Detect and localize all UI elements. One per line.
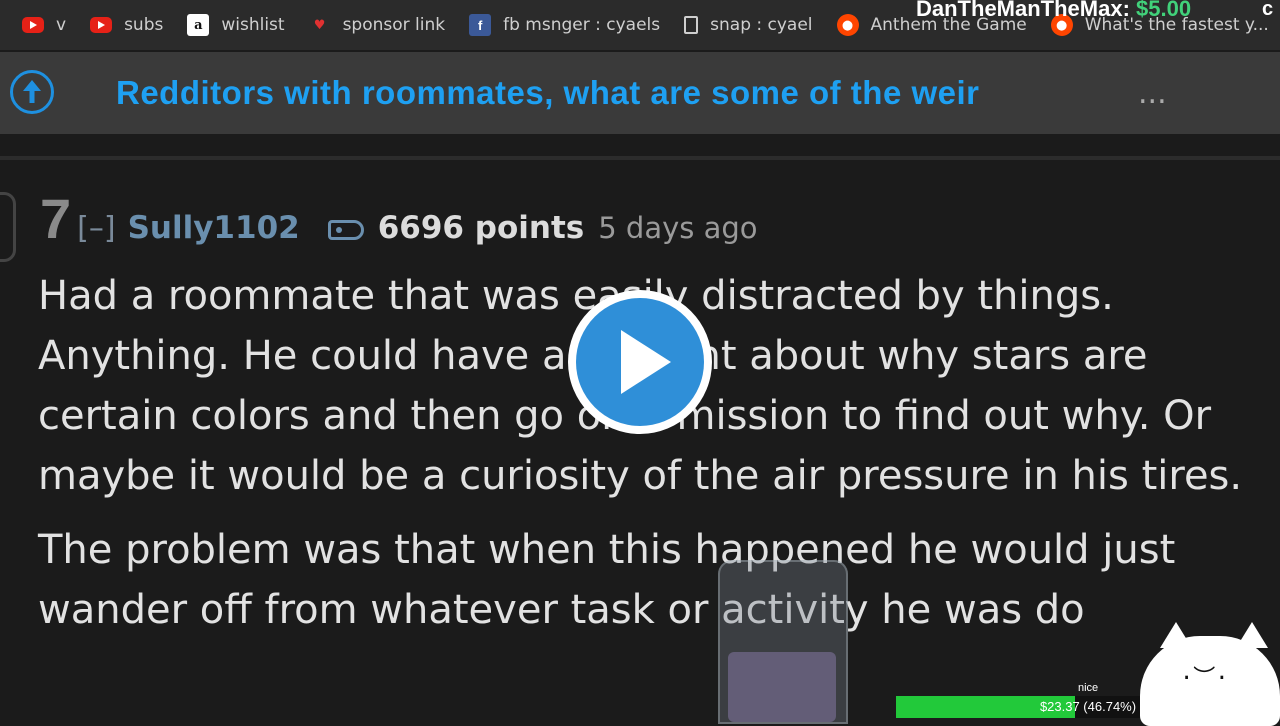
play-icon: [576, 298, 704, 426]
goal-label: nice: [1078, 682, 1099, 694]
donation-cut-text: c: [1262, 0, 1274, 20]
comment-author[interactable]: Sully1102: [128, 210, 300, 246]
bookmark-label: sponsor link: [342, 15, 446, 35]
bookmark-v[interactable]: v: [22, 15, 66, 35]
play-button[interactable]: [568, 290, 712, 434]
thread-title[interactable]: Redditors with roommates, what are some …: [116, 74, 980, 112]
amazon-icon: a: [187, 14, 210, 36]
bookmark-label: wishlist: [221, 15, 285, 35]
youtube-icon: [22, 17, 44, 33]
bookmark-snap[interactable]: snap : cyael: [684, 15, 813, 35]
facebook-icon: f: [469, 14, 492, 36]
bookmark-label: subs: [124, 15, 164, 35]
bookmark-subs[interactable]: subs: [90, 15, 163, 35]
collapse-button[interactable]: [–]: [77, 211, 115, 246]
comment-time: 5 days ago: [598, 211, 758, 245]
bookmark-label: snap : cyael: [710, 15, 813, 35]
divider: [0, 156, 1280, 160]
cat-face: ·︶·: [1180, 666, 1229, 691]
donation-alert: DanTheManTheMax: $5.00: [916, 0, 1191, 22]
comment-depth: 7: [40, 187, 72, 250]
comment-paragraph: The problem was that when this happened …: [38, 527, 1176, 633]
bookmark-sponsor-link[interactable]: ♥ sponsor link: [309, 14, 446, 36]
tag-icon: [327, 220, 364, 240]
bookmark-label: v: [56, 15, 67, 35]
comment-meta: 7 [–] Sully1102 6696 points 5 days ago: [40, 186, 758, 251]
cat-mascot-icon: ·︶·: [1140, 622, 1280, 726]
title-ellipsis: ...: [1138, 76, 1167, 111]
bookmark-fb-messenger[interactable]: f fb msnger : cyaels: [469, 14, 660, 36]
vote-arrow-icon[interactable]: [0, 192, 16, 262]
heart-icon: ♥: [313, 17, 326, 33]
donation-amount: $5.00: [1136, 0, 1192, 21]
bookmark-label: fb msnger : cyaels: [503, 15, 661, 35]
glass-overlay-image: [718, 560, 848, 724]
reddit-icon: ●: [836, 14, 859, 36]
page-icon: [684, 16, 699, 34]
bookmark-wishlist[interactable]: a wishlist: [187, 14, 285, 36]
upvote-circle-icon[interactable]: [10, 70, 54, 114]
thread-header: Redditors with roommates, what are some …: [0, 52, 1280, 134]
donor-name: DanTheManTheMax:: [916, 0, 1130, 21]
comment-points: 6696 points: [377, 210, 585, 246]
youtube-icon: [90, 17, 113, 33]
